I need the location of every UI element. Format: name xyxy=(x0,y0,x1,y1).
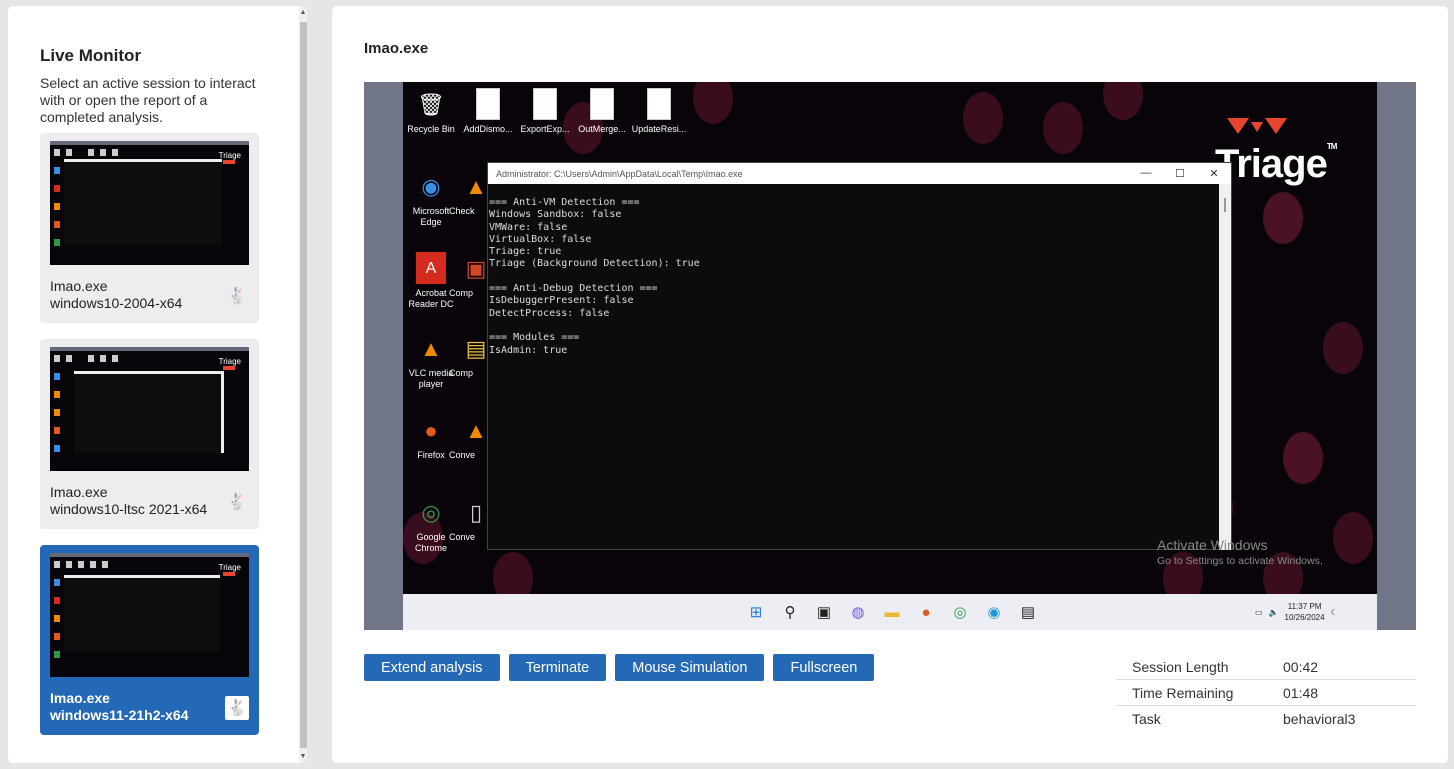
console-title: Administrator: C:\Users\Admin\AppData\Lo… xyxy=(496,168,743,179)
main-panel: Imao.exe 🗑 Recycle Bin AddDismo... Export… xyxy=(332,6,1448,763)
desktop-icon[interactable]: ▣ Comp xyxy=(449,252,489,299)
sidebar: Live Monitor Select an active session to… xyxy=(8,6,307,763)
console-window[interactable]: Administrator: C:\Users\Admin\AppData\Lo… xyxy=(487,162,1232,550)
session-card[interactable]: Triage Imao.exe windows10-ltsc 2021-x64 🐇 xyxy=(40,339,259,529)
maximize-icon[interactable]: ☐ xyxy=(1163,167,1197,180)
task-view-icon[interactable]: ▣ xyxy=(813,602,835,622)
network-icon[interactable]: ▭ xyxy=(1255,608,1263,617)
console-taskbar-icon[interactable]: ▤ xyxy=(1017,602,1039,622)
chat-icon[interactable]: ◍ xyxy=(847,602,869,622)
file-explorer-icon[interactable]: ▬ xyxy=(881,602,903,622)
session-name: Imao.exe windows10-ltsc 2021-x64 xyxy=(50,484,208,517)
firefox-taskbar-icon[interactable]: ● xyxy=(915,602,937,622)
session-name: Imao.exe windows10-2004-x64 xyxy=(50,278,183,311)
terminate-button[interactable]: Terminate xyxy=(508,654,607,681)
activate-windows-watermark: Activate Windows Go to Settings to activ… xyxy=(1157,537,1323,567)
session-card-active[interactable]: Triage Imao.exe windows11-21h2-x64 🐇 xyxy=(40,545,259,735)
scrollbar-thumb[interactable] xyxy=(300,22,307,748)
recycle-bin-icon[interactable]: 🗑 Recycle Bin xyxy=(403,88,459,135)
mouse-simulation-button[interactable]: Mouse Simulation xyxy=(615,654,765,681)
sidebar-description: Select an active session to interact wit… xyxy=(40,75,256,125)
volume-icon[interactable]: 🔈 xyxy=(1269,608,1279,617)
extend-analysis-button[interactable]: Extend analysis xyxy=(364,654,500,681)
stat-row-session-length: Session Length 00:42 xyxy=(1116,654,1416,680)
scroll-up-arrow-icon[interactable]: ▲ xyxy=(299,9,307,16)
session-thumbnail: Triage xyxy=(50,141,249,265)
sidebar-title: Live Monitor xyxy=(40,46,142,65)
session-name: Imao.exe windows11-21h2-x64 xyxy=(50,690,189,723)
sidebar-scrollbar[interactable]: ▲ ▼ xyxy=(299,6,307,763)
desktop-icon[interactable]: ▲ Conve xyxy=(449,414,489,461)
desktop-icon[interactable]: ▯ Conve xyxy=(449,496,489,543)
scroll-down-arrow-icon[interactable]: ▼ xyxy=(299,753,307,760)
fullscreen-button[interactable]: Fullscreen xyxy=(773,654,875,681)
clock[interactable]: 11:37 PM 10/26/2024 xyxy=(1285,601,1325,623)
chrome-taskbar-icon[interactable]: ◎ xyxy=(949,602,971,622)
rabbit-icon: 🐇 xyxy=(227,494,247,511)
desktop-icon[interactable]: ▲ Check xyxy=(449,170,489,217)
stat-row-time-remaining: Time Remaining 01:48 xyxy=(1116,680,1416,706)
page-title: Imao.exe xyxy=(364,40,429,57)
file-icon[interactable]: OutMerge... xyxy=(574,88,630,135)
start-icon[interactable]: ⊞ xyxy=(745,602,767,622)
triage-mark-icon xyxy=(1227,118,1287,134)
vm-desktop[interactable]: 🗑 Recycle Bin AddDismo... ExportExp... Ou… xyxy=(403,82,1377,594)
session-card[interactable]: Triage Imao.exe windows10-2004-x64 🐇 xyxy=(40,133,259,323)
rabbit-icon: 🐇 xyxy=(225,696,249,720)
minimize-icon[interactable]: — xyxy=(1129,167,1163,180)
vm-screen[interactable]: 🗑 Recycle Bin AddDismo... ExportExp... Ou… xyxy=(364,82,1416,630)
desktop-icon[interactable]: ▤ Comp xyxy=(449,332,489,379)
notification-icon[interactable]: ☾ xyxy=(1331,608,1338,617)
file-icon[interactable]: ExportExp... xyxy=(517,88,573,135)
edge-taskbar-icon[interactable]: ◉ xyxy=(983,602,1005,622)
close-icon[interactable]: ✕ xyxy=(1197,167,1231,180)
session-thumbnail: Triage xyxy=(50,553,249,677)
action-buttons: Extend analysis Terminate Mouse Simulati… xyxy=(364,654,875,681)
search-icon[interactable]: ⚲ xyxy=(779,602,801,622)
stat-row-task: Task behavioral3 xyxy=(1132,711,1356,727)
file-icon[interactable]: AddDismo... xyxy=(460,88,516,135)
console-output: === Anti-VM Detection === Windows Sandbo… xyxy=(489,197,700,356)
file-icon[interactable]: UpdateResi... xyxy=(631,88,687,135)
system-tray[interactable]: ▭ 🔈 11:37 PM 10/26/2024 ☾ xyxy=(1255,601,1338,623)
console-scrollbar[interactable] xyxy=(1219,184,1231,550)
console-titlebar[interactable]: Administrator: C:\Users\Admin\AppData\Lo… xyxy=(488,163,1231,184)
session-thumbnail: Triage xyxy=(50,347,249,471)
session-stats: Session Length 00:42 Time Remaining 01:48 … xyxy=(1116,654,1416,732)
rabbit-icon: 🐇 xyxy=(227,288,247,305)
vm-taskbar: ⊞ ⚲ ▣ ◍ ▬ ● ◎ ◉ ▤ ▭ 🔈 11:37 PM 10/26/2024… xyxy=(403,594,1377,630)
triage-logo: TriageTM xyxy=(1215,118,1337,187)
